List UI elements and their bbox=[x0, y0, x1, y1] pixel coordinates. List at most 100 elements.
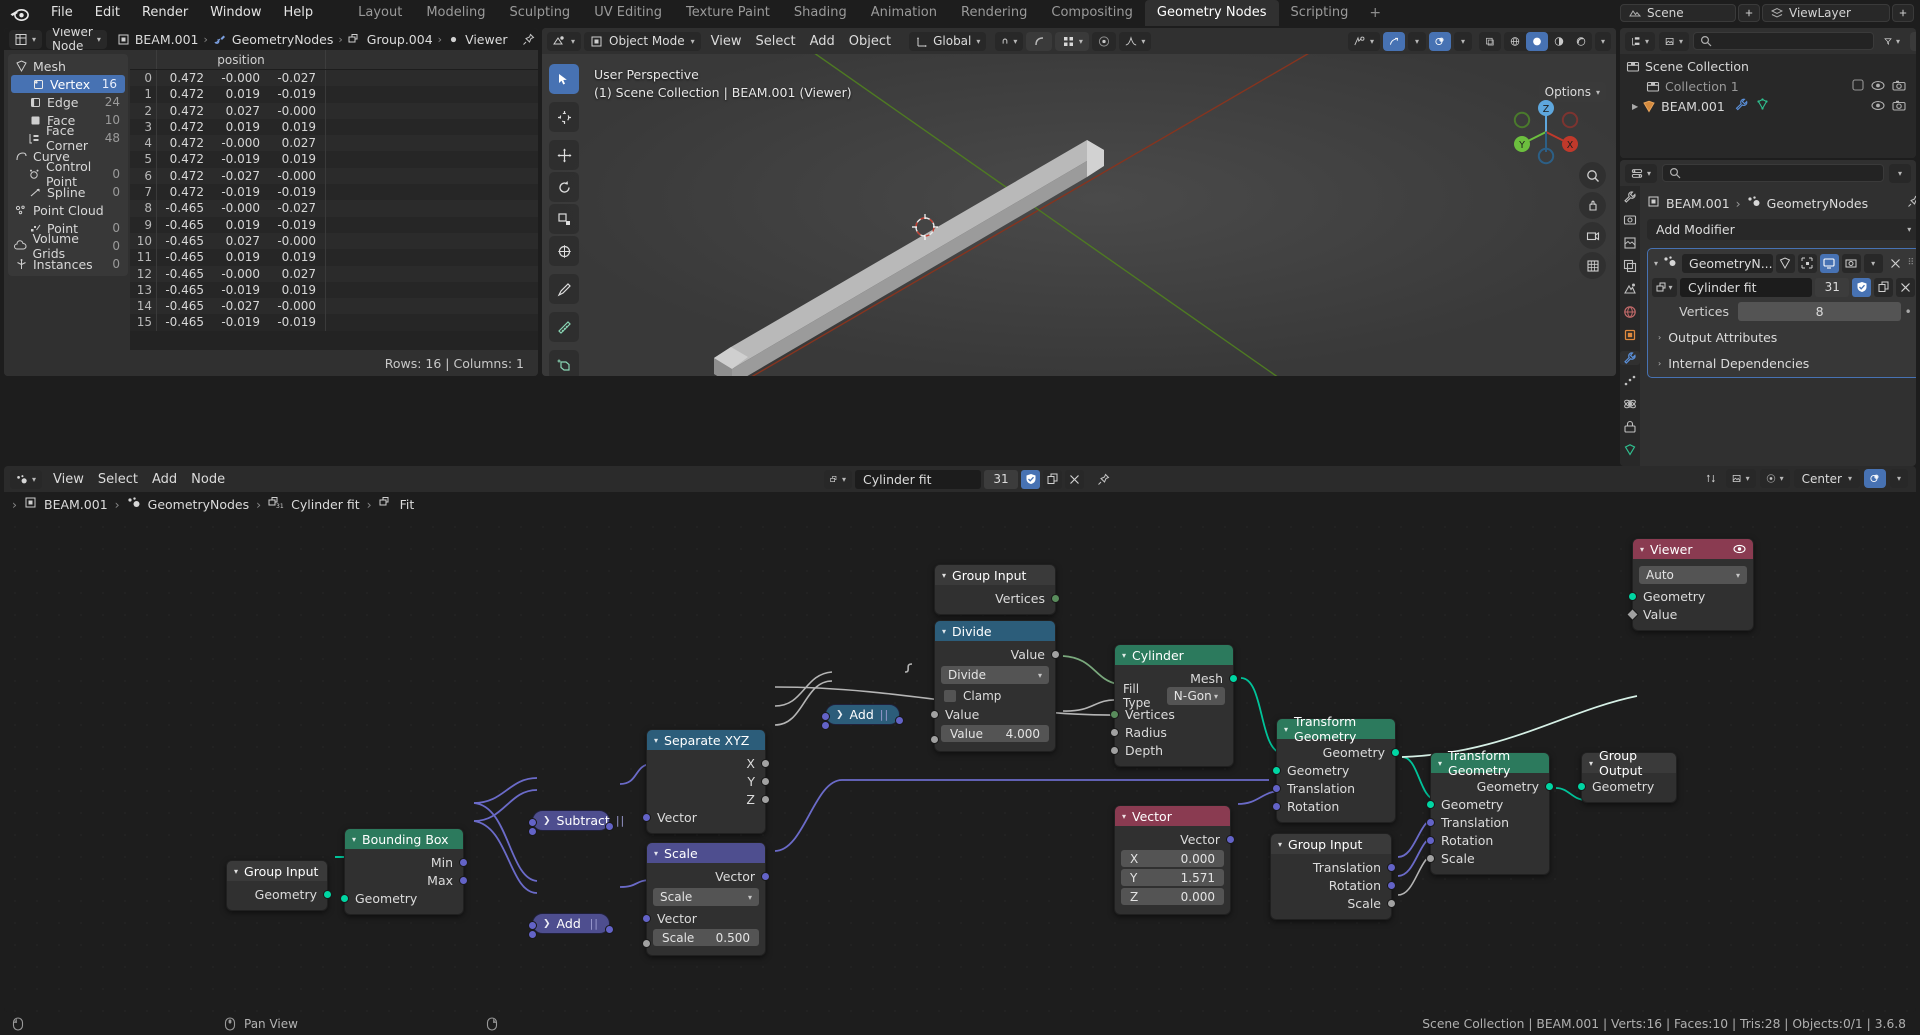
socket-vec[interactable] bbox=[1387, 880, 1396, 890]
workspace-tab-layout[interactable]: Layout bbox=[346, 0, 414, 26]
camera-icon[interactable] bbox=[1892, 99, 1906, 114]
chevron-down-icon[interactable]: ▾ bbox=[1652, 259, 1660, 268]
node-checkbox-clamp[interactable]: Clamp bbox=[935, 687, 1055, 705]
modifier-wrench-icon[interactable] bbox=[1735, 98, 1748, 114]
viewport-menu-object[interactable]: Object bbox=[842, 34, 898, 49]
node-menu-add[interactable]: Add bbox=[145, 472, 184, 487]
mesh-data-icon[interactable] bbox=[1756, 98, 1769, 114]
socket-vec[interactable] bbox=[528, 921, 537, 930]
shading-material[interactable] bbox=[1548, 32, 1570, 51]
node-dropdown[interactable]: Divide ▾ bbox=[941, 666, 1049, 684]
new-collection-icon[interactable] bbox=[1910, 31, 1916, 51]
socket-geo[interactable] bbox=[1272, 765, 1281, 775]
chevron-down-icon[interactable]: ▾ bbox=[654, 849, 658, 858]
overlays-options-dropdown[interactable]: ▾ bbox=[1454, 31, 1472, 51]
breadcrumb-modifier-name[interactable]: GeometryNodes bbox=[1767, 196, 1868, 211]
table-row[interactable]: 6 0.472 -0.027 -0.000 bbox=[130, 167, 538, 185]
node-group-input-vertices[interactable]: ▾ Group Input Vertices bbox=[934, 564, 1060, 615]
interaction-mode-selector[interactable]: Object Mode ▾ bbox=[584, 31, 701, 51]
pin-icon[interactable] bbox=[1907, 195, 1916, 211]
table-row[interactable]: 13 -0.465 -0.019 0.019 bbox=[130, 281, 538, 299]
node-group-input-transform[interactable]: ▾ Group Input Translation Rotation Scale bbox=[1270, 833, 1396, 920]
new-viewlayer-button[interactable] bbox=[1892, 4, 1914, 22]
breadcrumb-item-3[interactable]: Viewer bbox=[465, 32, 508, 47]
socket-vec[interactable] bbox=[1387, 862, 1396, 872]
table-row[interactable]: 11 -0.465 0.019 0.019 bbox=[130, 249, 538, 266]
menu-file[interactable]: File bbox=[40, 0, 84, 26]
chevron-down-icon[interactable]: ▾ bbox=[1640, 545, 1644, 554]
node-menu-node[interactable]: Node bbox=[184, 472, 232, 487]
outliner-filter-mode[interactable]: ▾ bbox=[1659, 31, 1689, 51]
node-viewer[interactable]: ▾ Viewer Auto ▾ Geometry Value bbox=[1626, 538, 1754, 631]
camera-view-icon[interactable] bbox=[1579, 222, 1606, 249]
table-row[interactable]: 7 0.472 -0.019 -0.019 bbox=[130, 184, 538, 201]
socket-vec[interactable] bbox=[761, 871, 770, 881]
pin-icon[interactable] bbox=[516, 30, 538, 49]
workspace-tab-texture-paint[interactable]: Texture Paint bbox=[674, 0, 782, 26]
node-menu-view[interactable]: View bbox=[46, 472, 91, 487]
breadcrumb-item-0[interactable]: BEAM.001 bbox=[135, 32, 199, 47]
workspace-tab-compositing[interactable]: Compositing bbox=[1039, 0, 1145, 26]
snap-element-selector[interactable]: ▾ bbox=[1055, 31, 1090, 51]
annotate-tool[interactable] bbox=[549, 274, 579, 304]
node-header[interactable]: ▾ Transform Geometry bbox=[1431, 748, 1549, 778]
add-cube-tool[interactable] bbox=[549, 350, 579, 376]
chevron-down-icon[interactable]: ▾ bbox=[942, 627, 946, 636]
add-modifier-button[interactable]: Add Modifier ▾ bbox=[1647, 219, 1916, 240]
properties-viewlayer-tab[interactable] bbox=[1620, 259, 1640, 273]
table-row[interactable]: 0 0.472 -0.000 -0.027 bbox=[130, 70, 538, 87]
properties-modifier-tab[interactable] bbox=[1620, 351, 1640, 365]
collection-checkbox[interactable] bbox=[1852, 78, 1864, 94]
camera-icon[interactable] bbox=[1892, 79, 1906, 94]
properties-scene-tab[interactable] bbox=[1620, 282, 1640, 296]
dataset-row-mesh[interactable]: Mesh bbox=[8, 57, 128, 75]
node-header[interactable]: ▾ Group Input bbox=[1271, 834, 1391, 854]
node-field-z[interactable]: Z 0.000 bbox=[1121, 888, 1224, 905]
chevron-down-icon[interactable]: ▾ bbox=[352, 835, 356, 844]
socket-val[interactable] bbox=[642, 939, 651, 948]
chevron-down-icon[interactable]: ▾ bbox=[1122, 651, 1126, 660]
input-attribute-toggle[interactable]: • bbox=[1901, 305, 1915, 319]
node-group-browse-icon[interactable]: ▾ bbox=[824, 469, 852, 489]
socket-val[interactable] bbox=[1110, 727, 1119, 737]
socket-vec[interactable] bbox=[1272, 801, 1281, 811]
node-mesh-cylinder[interactable]: ▾ Cylinder Mesh Fill Type N-Gon ▾ Vertices Radi… bbox=[1110, 644, 1238, 767]
dataset-row-volume-grids[interactable]: Volume Grids 0 bbox=[8, 231, 128, 261]
chevron-down-icon[interactable]: ▾ bbox=[234, 867, 238, 876]
breadcrumb-nodegroup[interactable]: Cylinder fit bbox=[291, 497, 360, 512]
properties-options-dropdown[interactable]: ▾ bbox=[1889, 163, 1911, 183]
workspace-tab-modeling[interactable]: Modeling bbox=[414, 0, 497, 26]
pin-icon[interactable] bbox=[1091, 470, 1116, 489]
xray-toggle[interactable] bbox=[1479, 31, 1501, 51]
checkbox-box[interactable] bbox=[944, 690, 956, 702]
section-output-attributes[interactable]: › Output Attributes bbox=[1652, 328, 1915, 347]
scene-selector[interactable]: Scene bbox=[1620, 4, 1736, 22]
section-internal-dependencies[interactable]: › Internal Dependencies bbox=[1652, 354, 1915, 373]
socket-val[interactable] bbox=[761, 758, 770, 768]
socket-val[interactable] bbox=[761, 794, 770, 804]
node-header[interactable]: ▾ Scale bbox=[647, 843, 765, 863]
node-transform-geometry-1[interactable]: ▾ Transform Geometry Geometry Geometry Trans… bbox=[1272, 714, 1400, 823]
realtime-display-icon[interactable] bbox=[1819, 253, 1839, 273]
viewport-menu-add[interactable]: Add bbox=[803, 34, 842, 49]
transform-orientation-selector[interactable]: Global ▾ bbox=[909, 31, 987, 51]
breadcrumb-item-2[interactable]: Group.004 bbox=[367, 32, 433, 47]
fake-user-icon[interactable] bbox=[1021, 469, 1040, 489]
node-vector-math-subtract[interactable]: ❯ Subtract || bbox=[528, 810, 624, 836]
chevron-down-icon[interactable]: ▾ bbox=[1589, 759, 1593, 768]
properties-world-tab[interactable] bbox=[1620, 305, 1640, 319]
socket-vec[interactable] bbox=[1426, 817, 1435, 827]
node-group-input-geometry[interactable]: ▾ Group Input Geometry bbox=[226, 860, 332, 911]
table-row[interactable]: 4 0.472 -0.000 0.027 bbox=[130, 135, 538, 152]
menu-edit[interactable]: Edit bbox=[84, 0, 131, 26]
socket-val[interactable] bbox=[1426, 853, 1435, 863]
chevron-down-icon[interactable]: ▾ bbox=[942, 571, 946, 580]
cursor-tool[interactable] bbox=[549, 102, 579, 132]
socket-vec[interactable] bbox=[821, 721, 830, 730]
properties-constraints-tab[interactable] bbox=[1620, 420, 1640, 434]
node-header[interactable]: ▾ Viewer bbox=[1633, 539, 1753, 559]
menu-window[interactable]: Window bbox=[199, 0, 272, 26]
node-canvas[interactable]: ▾ Group Input Geometry ▾ Bounding Box Min Max G… bbox=[4, 516, 1916, 1012]
unlink-icon[interactable] bbox=[1896, 277, 1916, 297]
overlays-icon[interactable] bbox=[1864, 469, 1886, 488]
